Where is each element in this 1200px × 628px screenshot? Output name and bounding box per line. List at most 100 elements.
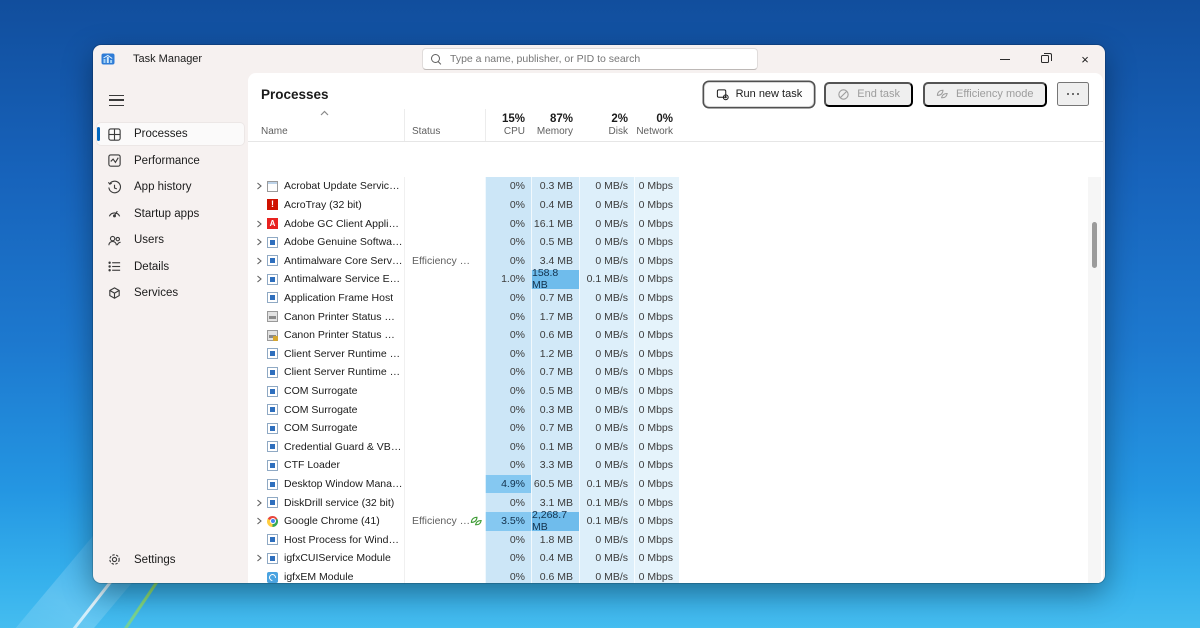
generic-icon (267, 292, 278, 304)
memory-total: 87% (549, 113, 573, 125)
efficiency-mode-button[interactable]: Efficiency mode (923, 81, 1047, 107)
process-name: Google Chrome (41) (284, 515, 380, 528)
titlebar[interactable]: Task Manager × (93, 45, 1105, 73)
expand-chevron-icon[interactable] (255, 238, 263, 246)
table-row[interactable]: igfxCUIService Module 0% 0.4 MB 0 MB/s 0… (248, 549, 1103, 568)
generic-icon (267, 478, 278, 490)
table-row[interactable]: AcroTray (32 bit) 0% 0.4 MB 0 MB/s 0 Mbp… (248, 195, 1103, 215)
network-cell: 0 Mbps (634, 418, 679, 438)
disk-cell: 0 MB/s (579, 325, 634, 345)
generic-icon (267, 534, 278, 546)
table-row[interactable]: Antimalware Service Executable 1.0% 158.… (248, 267, 1103, 291)
memory-cell: 0.6 MB (531, 567, 579, 583)
disk-cell: 0 MB/s (579, 363, 634, 382)
desktop-wallpaper: Task Manager × (0, 0, 1200, 628)
table-row[interactable]: COM Surrogate 0% 0.5 MB 0 MB/s 0 Mbps (248, 381, 1103, 401)
table-row[interactable]: Client Server Runtime Process 0% 0.7 MB … (248, 363, 1103, 382)
search-box[interactable] (422, 48, 758, 70)
restore-button[interactable] (1025, 45, 1065, 73)
process-name: Canon Printer Status Window (284, 310, 404, 323)
disk-cell: 0.1 MB/s (579, 511, 634, 531)
expand-chevron-icon[interactable] (255, 257, 263, 265)
minimize-button[interactable] (985, 45, 1025, 73)
menu-toggle-button[interactable] (100, 87, 132, 113)
end-task-button[interactable]: End task (824, 81, 914, 107)
memory-cell: 1.8 MB (531, 530, 579, 550)
generic-icon (267, 348, 278, 360)
table-row[interactable]: CTF Loader 0% 3.3 MB 0 MB/s 0 Mbps (248, 456, 1103, 475)
column-header-status[interactable]: Status (404, 109, 485, 141)
process-name: Adobe GC Client Application (… (284, 217, 404, 230)
table-row[interactable]: COM Surrogate 0% 0.3 MB 0 MB/s 0 Mbps (248, 400, 1103, 419)
table-row[interactable]: Application Frame Host 0% 0.7 MB 0 MB/s … (248, 288, 1103, 308)
column-header-memory[interactable]: 87% Memory (531, 109, 579, 141)
expand-chevron-icon[interactable] (255, 275, 263, 283)
cpu-cell: 0% (485, 418, 531, 438)
table-row[interactable]: Adobe Genuine Software Servi… 0% 0.5 MB … (248, 232, 1103, 252)
details-icon (108, 261, 121, 272)
sidebar-item-performance[interactable]: Performance (97, 150, 244, 172)
cpu-cell: 0% (485, 363, 531, 382)
expand-chevron-icon[interactable] (255, 499, 263, 507)
vertical-scrollbar-thumb[interactable] (1092, 222, 1097, 268)
generic-icon (267, 497, 278, 509)
table-row[interactable]: Acrobat Update Service (32 bit) 0% 0.3 M… (248, 177, 1103, 196)
table-row[interactable]: Canon Printer Status Window … 0% 0.6 MB … (248, 325, 1103, 345)
expand-chevron-icon[interactable] (255, 517, 263, 525)
network-cell: 0 Mbps (634, 307, 679, 326)
column-header-name[interactable]: Name (248, 109, 404, 141)
vertical-scrollbar-track[interactable] (1088, 177, 1101, 583)
network-cell: 0 Mbps (634, 511, 679, 531)
run-new-task-button[interactable]: Run new task (703, 81, 815, 107)
column-header-network[interactable]: 0% Network (634, 109, 679, 141)
table-row[interactable]: Canon Printer Status Window 0% 1.7 MB 0 … (248, 307, 1103, 326)
cpu-cell: 0% (485, 400, 531, 419)
generic-icon (267, 552, 278, 564)
table-row[interactable]: Adobe GC Client Application (… 0% 16.1 M… (248, 214, 1103, 233)
table-row[interactable]: Host Process for Windows Tasks 0% 1.8 MB… (248, 530, 1103, 550)
sidebar-item-services[interactable]: Services (97, 282, 244, 304)
process-name: COM Surrogate (284, 403, 358, 416)
table-row[interactable]: Client Server Runtime Process 0% 1.2 MB … (248, 344, 1103, 364)
table-row[interactable]: igfxEM Module 0% 0.6 MB 0 MB/s 0 Mbps (248, 567, 1103, 583)
process-name: Host Process for Windows Tasks (284, 533, 404, 546)
process-name: CTF Loader (284, 459, 341, 472)
window-title: Task Manager (133, 53, 203, 65)
process-name: Desktop Window Manager (284, 478, 404, 491)
network-cell: 0 Mbps (634, 177, 679, 196)
table-header: Name Status 15% CPU 87% Memory 2% Disk 0… (248, 109, 1103, 142)
table-row[interactable]: Antimalware Core Service Efficiency … 0%… (248, 251, 1103, 271)
expand-chevron-icon[interactable] (255, 182, 263, 190)
close-button[interactable]: × (1065, 45, 1105, 73)
column-header-disk[interactable]: 2% Disk (579, 109, 634, 141)
cpu-cell: 0% (485, 325, 531, 345)
column-header-cpu[interactable]: 15% CPU (485, 109, 531, 141)
process-name: Client Server Runtime Process (284, 366, 404, 379)
table-row[interactable]: DiskDrill service (32 bit) 0% 3.1 MB 0.1… (248, 493, 1103, 512)
sidebar-item-users[interactable]: Users (97, 229, 244, 251)
process-name: Adobe Genuine Software Servi… (284, 236, 404, 249)
table-row[interactable]: Desktop Window Manager 4.9% 60.5 MB 0.1 … (248, 474, 1103, 494)
close-icon: × (1081, 51, 1089, 67)
chrome-icon (267, 515, 278, 527)
sidebar-item-processes[interactable]: Processes (97, 123, 244, 145)
table-row[interactable]: COM Surrogate 0% 0.7 MB 0 MB/s 0 Mbps (248, 418, 1103, 438)
network-cell: 0 Mbps (634, 214, 679, 233)
memory-cell: 0.4 MB (531, 195, 579, 215)
process-name: Antimalware Service Executable (284, 273, 404, 286)
more-options-button[interactable] (1056, 82, 1089, 106)
cpu-total: 15% (501, 113, 525, 125)
search-input[interactable] (450, 53, 749, 65)
expand-chevron-icon[interactable] (255, 220, 263, 228)
table-row[interactable]: Credential Guard & VBS Key Is… 0% 0.1 MB… (248, 437, 1103, 457)
sidebar-item-startup-apps[interactable]: Startup apps (97, 203, 244, 225)
sidebar-item-details[interactable]: Details (97, 256, 244, 278)
cpu-cell: 0% (485, 177, 531, 196)
generic-icon (267, 385, 278, 397)
cpu-cell: 1.0% (485, 270, 531, 289)
sidebar-item-settings[interactable]: Settings (97, 549, 244, 571)
sidebar-item-app-history[interactable]: App history (97, 176, 244, 198)
generic-icon (267, 404, 278, 416)
expand-chevron-icon[interactable] (255, 554, 263, 562)
table-row[interactable]: Google Chrome (41) Efficiency … 3.5% 2,2… (248, 509, 1103, 533)
